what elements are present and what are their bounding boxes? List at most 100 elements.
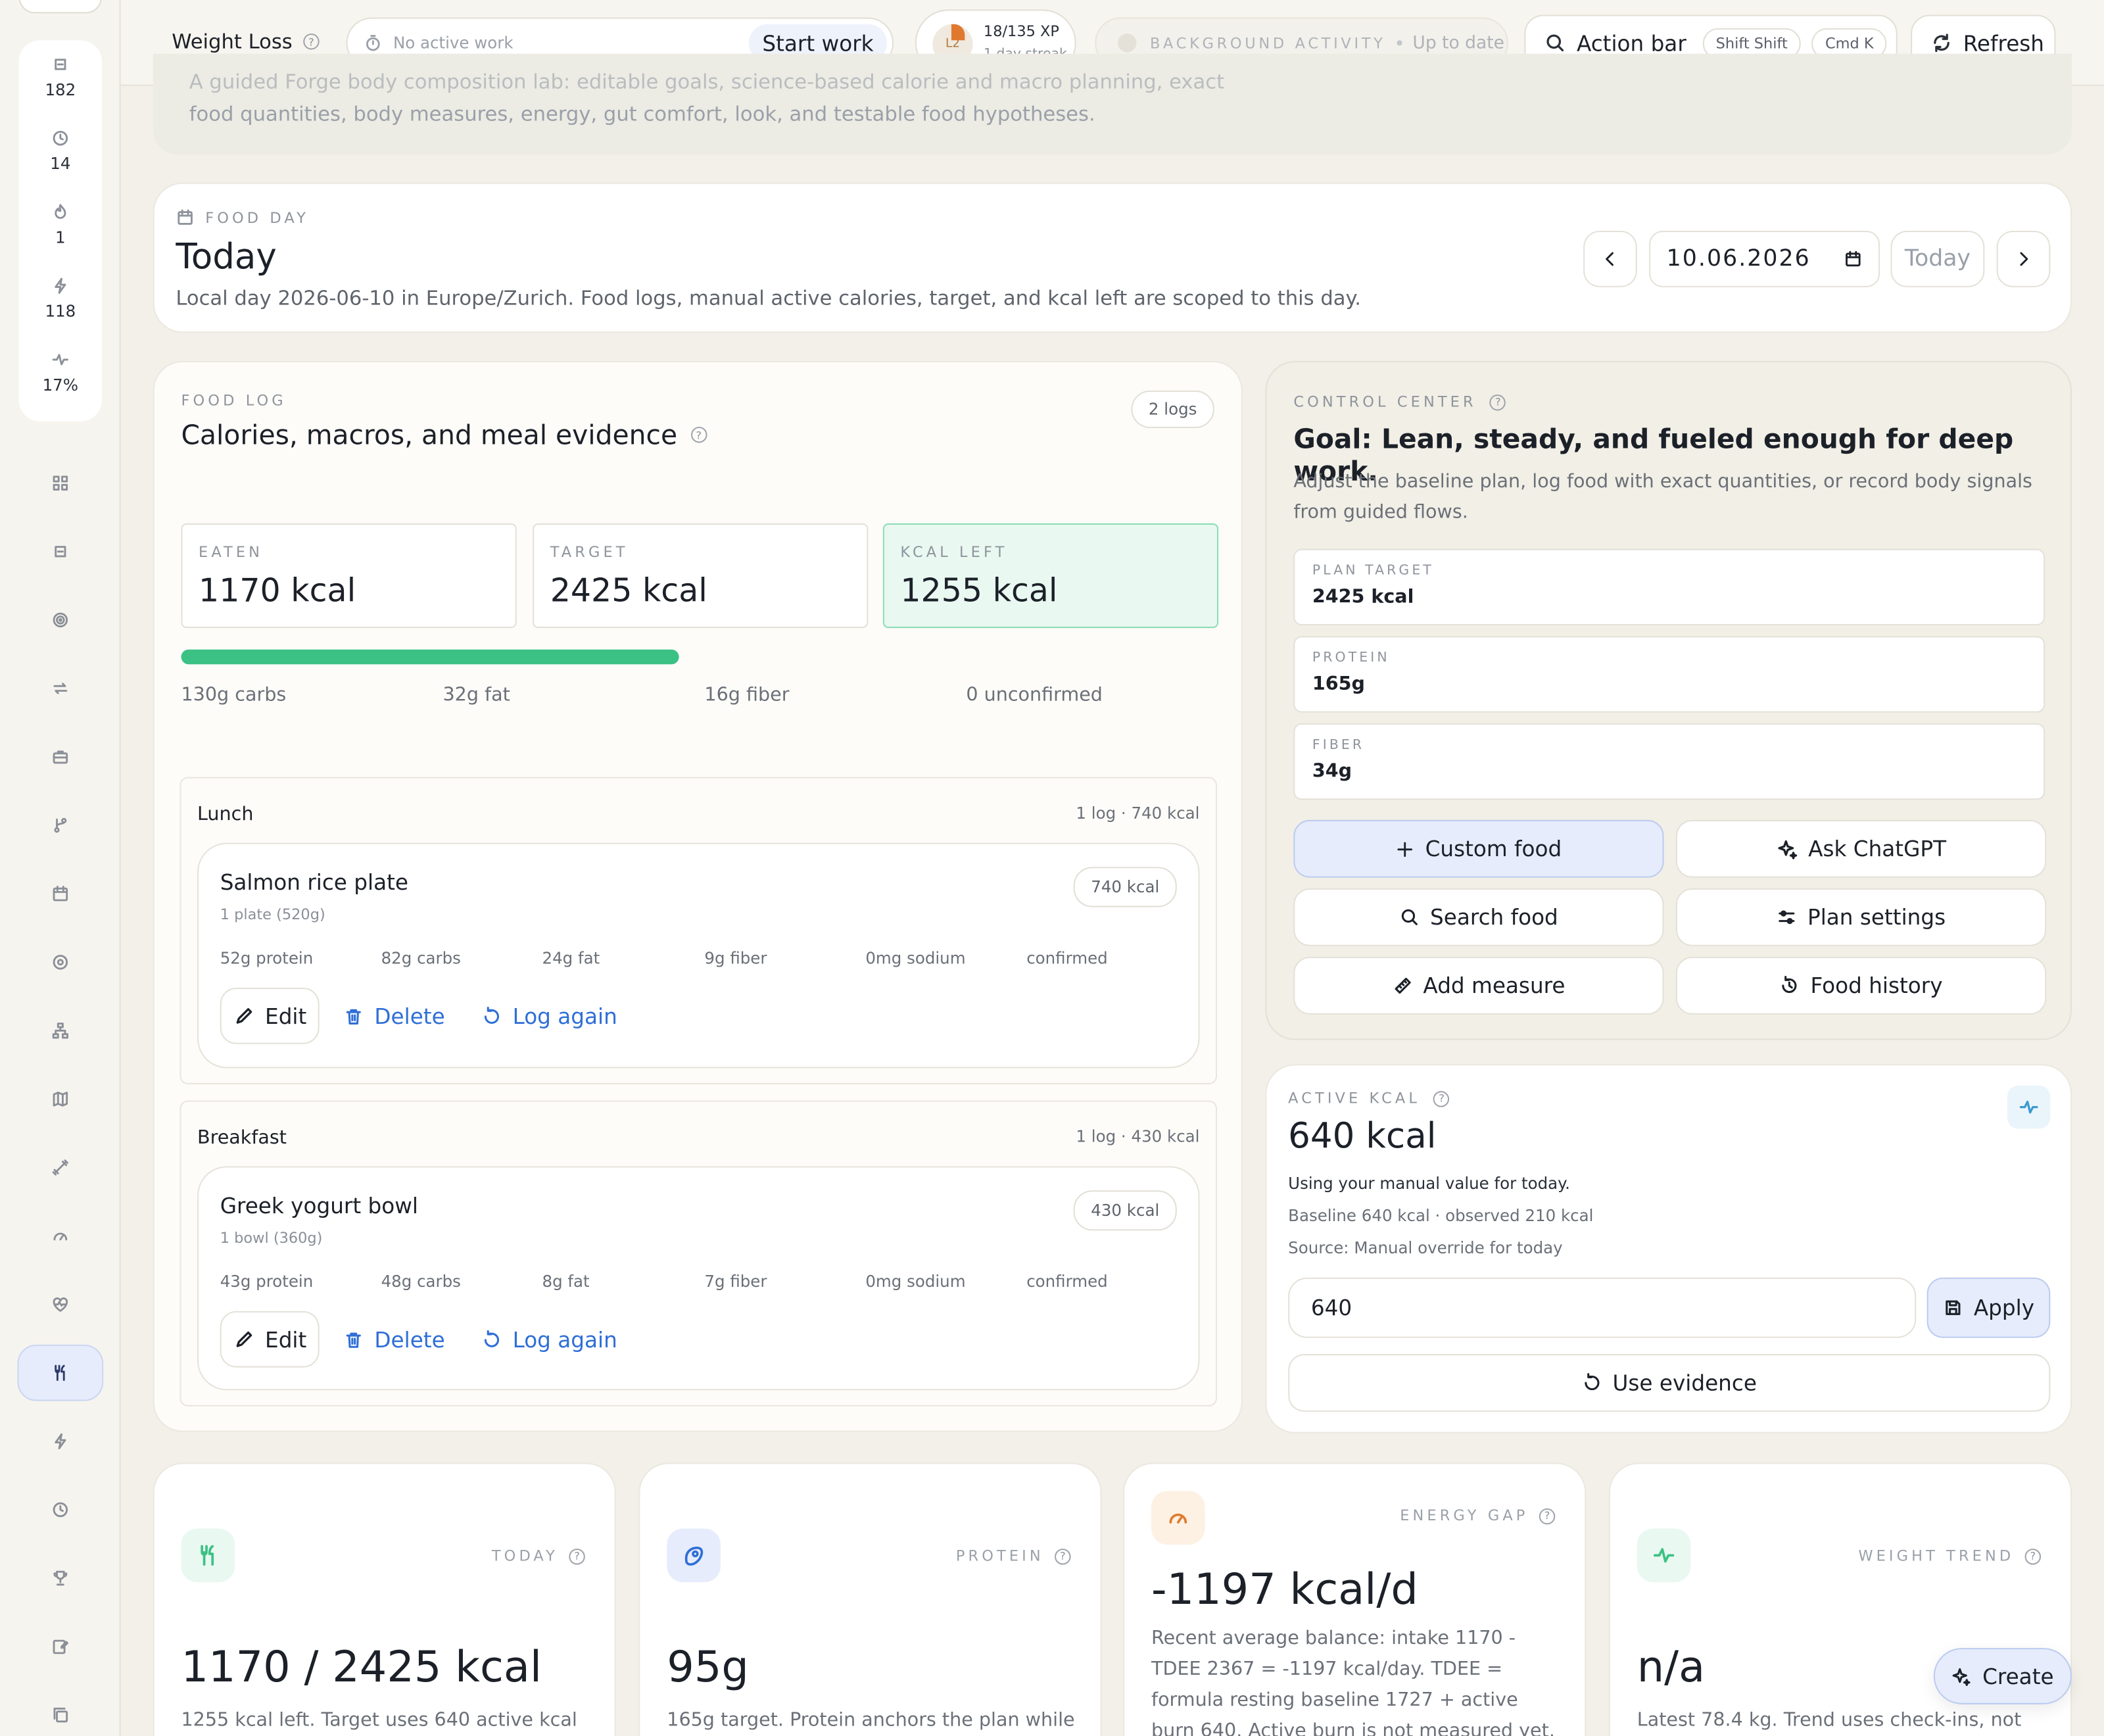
- edit-button[interactable]: Edit: [220, 988, 320, 1044]
- nav-food-active[interactable]: [17, 1343, 104, 1401]
- fiber-field[interactable]: FIBER 34g: [1293, 723, 2045, 800]
- nav-notes[interactable]: [0, 1612, 121, 1680]
- log-again-label: Log again: [512, 1326, 617, 1353]
- use-evidence-button[interactable]: Use evidence: [1288, 1354, 2051, 1412]
- kcal-left-label: KCAL LEFT: [900, 543, 1008, 562]
- calendar-icon[interactable]: [1844, 250, 1863, 269]
- nav-work[interactable]: [0, 722, 121, 790]
- ask-chatgpt-button[interactable]: Ask ChatGPT: [1675, 819, 2047, 878]
- pencil-icon: [235, 1008, 252, 1024]
- nav-brain[interactable]: [0, 517, 121, 585]
- active-kcal-input[interactable]: 640: [1288, 1277, 1917, 1338]
- gauge-icon: [1169, 1513, 1187, 1524]
- edit-label: Edit: [265, 1326, 307, 1353]
- help-icon[interactable]: ?: [1055, 1548, 1071, 1564]
- nav-achievements[interactable]: [0, 1543, 121, 1612]
- food-log-label: FOOD LOG: [181, 391, 287, 410]
- page-title: Weight Loss?: [172, 29, 320, 54]
- plan-target-field[interactable]: PLAN TARGET 2425 kcal: [1293, 548, 2045, 626]
- metric-label: ENERGY GAP?: [1400, 1507, 1556, 1524]
- food-day-description: Local day 2026-06-10 in Europe/Zurich. F…: [176, 285, 1362, 310]
- help-icon[interactable]: ?: [303, 34, 320, 50]
- create-button[interactable]: Create: [1933, 1648, 2072, 1704]
- page-description-line2: food quantities, body measures, energy, …: [189, 102, 1095, 126]
- apply-button[interactable]: Apply: [1926, 1277, 2051, 1338]
- separator-dot: [1396, 40, 1402, 46]
- food-item-fiber: 9g fiber: [704, 948, 767, 968]
- nav-vitals[interactable]: [0, 1270, 121, 1338]
- carbs-total: 130g carbs: [181, 684, 287, 706]
- meal-summary: 1 log · 430 kcal: [1076, 1127, 1200, 1146]
- today-icon-badge: [181, 1528, 235, 1583]
- delete-label: Delete: [374, 1003, 445, 1029]
- log-again-button[interactable]: Log again: [482, 1311, 617, 1368]
- heart-pulse-icon: [53, 1297, 68, 1311]
- today-button[interactable]: Today: [1890, 231, 1985, 287]
- add-measure-button[interactable]: Add measure: [1293, 957, 1664, 1015]
- previous-day-button[interactable]: [1583, 231, 1637, 287]
- xp-text: 18/135 XP: [983, 22, 1059, 41]
- help-icon[interactable]: ?: [569, 1548, 585, 1564]
- custom-food-button[interactable]: Custom food: [1293, 819, 1664, 878]
- nav-structure[interactable]: [0, 996, 121, 1064]
- sidebar-top-control[interactable]: [18, 0, 103, 14]
- plan-target-value: 2425 kcal: [1312, 586, 1414, 608]
- help-icon[interactable]: ?: [1490, 393, 1506, 410]
- nav-library[interactable]: [0, 1680, 121, 1736]
- food-history-button[interactable]: Food history: [1675, 957, 2047, 1015]
- help-icon[interactable]: ?: [1433, 1090, 1450, 1107]
- metric-label-text: WEIGHT TREND: [1858, 1547, 2015, 1565]
- page-description-line1: A guided Forge body composition lab: edi…: [189, 70, 1225, 94]
- level-progress-wedge: [951, 24, 965, 41]
- rotate-ccw-icon: [484, 1329, 500, 1347]
- insight-icon: [53, 953, 68, 969]
- nav-goals[interactable]: [0, 585, 121, 654]
- nav-health[interactable]: [0, 1132, 121, 1201]
- goal-description: Adjust the baseline plan, log food with …: [1293, 471, 2032, 523]
- edit-button[interactable]: Edit: [220, 1311, 320, 1368]
- nav-energy[interactable]: [0, 1407, 121, 1475]
- delete-button[interactable]: Delete: [343, 1311, 445, 1368]
- plus-icon: [1397, 841, 1413, 857]
- help-icon[interactable]: ?: [690, 426, 707, 443]
- fiber-label: FIBER: [1312, 738, 1365, 753]
- delete-button[interactable]: Delete: [343, 988, 445, 1044]
- food-day-card: FOOD DAY Today Local day 2026-06-10 in E…: [153, 182, 2072, 333]
- sparkles-icon: [1777, 839, 1797, 859]
- log-again-button[interactable]: Log again: [482, 988, 617, 1044]
- metric-description: Recent average balance: intake 1170 - TD…: [1151, 1628, 1555, 1736]
- active-kcal-baseline: Baseline 640 kcal · observed 210 kcal: [1288, 1206, 1594, 1226]
- background-activity-label: BACKGROUND ACTIVITY: [1149, 34, 1386, 52]
- search-food-button[interactable]: Search food: [1293, 888, 1664, 946]
- nav-insights[interactable]: [0, 927, 121, 996]
- protein-field[interactable]: PROTEIN 165g: [1293, 636, 2045, 713]
- repeat-icon: [53, 682, 68, 694]
- metric-label: PROTEIN?: [956, 1547, 1071, 1565]
- food-item-name: Salmon rice plate: [220, 869, 408, 896]
- plan-settings-button[interactable]: Plan settings: [1675, 888, 2047, 946]
- nav-calendar[interactable]: [0, 859, 121, 927]
- pulse-icon: [52, 354, 68, 366]
- help-icon[interactable]: ?: [2024, 1548, 2042, 1564]
- nav-dashboard[interactable]: [0, 448, 121, 517]
- food-log-title: Calories, macros, and meal evidence?: [181, 419, 707, 451]
- nav-food[interactable]: [0, 1338, 121, 1407]
- sidebar-nav: [0, 448, 121, 1736]
- food-item-fat: 8g fat: [542, 1272, 590, 1291]
- next-day-button[interactable]: [1996, 231, 2051, 287]
- pulse-icon: [2019, 1100, 2038, 1114]
- clock-icon: [53, 130, 68, 146]
- page-title-text: Weight Loss: [172, 29, 293, 54]
- help-icon[interactable]: ?: [1539, 1507, 1556, 1524]
- nav-time[interactable]: [0, 1475, 121, 1543]
- nav-habits[interactable]: [0, 654, 121, 722]
- start-work-label: Start work: [762, 30, 874, 56]
- edit-label: Edit: [265, 1003, 307, 1029]
- food-item-salmon-rice-plate: Salmon rice plate 1 plate (520g) 740 kca…: [197, 842, 1200, 1069]
- nav-performance[interactable]: [0, 1201, 121, 1270]
- nav-map[interactable]: [0, 1064, 121, 1132]
- fat-total: 32g fat: [442, 684, 510, 706]
- date-picker-input[interactable]: 10.06.2026: [1649, 231, 1880, 287]
- metric-description: 165g target. Protein anchors the plan wh…: [667, 1709, 1075, 1731]
- nav-branches[interactable]: [0, 790, 121, 859]
